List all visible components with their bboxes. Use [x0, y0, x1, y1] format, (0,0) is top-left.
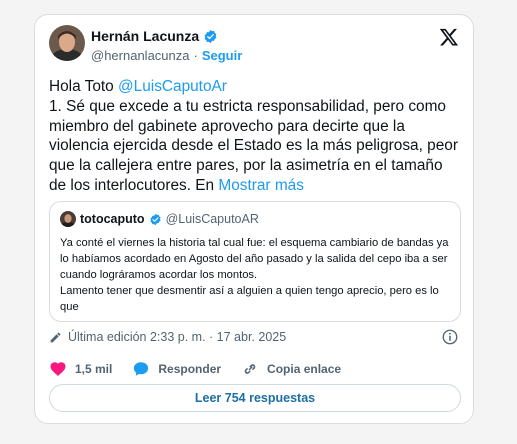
reply-button[interactable]: Responder	[132, 360, 221, 378]
quote-author-name: totocaputo	[80, 212, 145, 226]
x-logo-icon[interactable]	[439, 27, 459, 47]
verified-badge-icon	[204, 29, 217, 43]
author-handle[interactable]: @hernanlacunza	[91, 48, 189, 63]
like-button[interactable]: 1,5 mil	[49, 360, 112, 378]
show-more-link[interactable]: Mostrar más	[218, 177, 304, 194]
copy-link-label: Copia enlace	[267, 362, 342, 376]
edit-info-row: Última edición 2:33 p. m. · 17 abr. 2025	[49, 328, 459, 346]
author-handle-row: @hernanlacunza · Seguir	[91, 48, 242, 63]
quote-header: totocaputo @LuisCaputoAR	[60, 211, 259, 227]
link-icon	[244, 364, 256, 374]
quote-verified-badge-icon	[149, 213, 161, 225]
quote-text: Ya conté el viernes la historia tal cual…	[60, 237, 449, 313]
quote-author-handle: @LuisCaputoAR	[165, 212, 259, 226]
follow-button[interactable]: Seguir	[202, 48, 242, 63]
author-name-row[interactable]: Hernán Lacunza	[91, 28, 218, 44]
author-avatar[interactable]	[49, 25, 85, 61]
copy-link-button[interactable]: Copia enlace	[241, 360, 341, 378]
post-greeting: Hola Toto	[49, 78, 119, 95]
mention-link[interactable]: @LuisCaputoAr	[118, 78, 227, 95]
post-text: Hola Toto @LuisCaputoAr 1. Sé que excede …	[49, 77, 463, 196]
tweet-card: Hernán Lacunza @hernanlacunza · Seguir H…	[34, 14, 474, 424]
info-icon[interactable]	[441, 328, 459, 346]
reply-label: Responder	[158, 362, 222, 376]
handle-separator: ·	[193, 48, 198, 63]
read-replies-button[interactable]: Leer 754 respuestas	[49, 384, 461, 412]
quoted-tweet[interactable]: totocaputo @LuisCaputoAR Ya conté el vie…	[49, 201, 461, 322]
edit-timestamp[interactable]: Última edición 2:33 p. m. · 17 abr. 2025	[68, 330, 286, 344]
heart-icon	[50, 362, 66, 376]
author-name[interactable]: Hernán Lacunza	[91, 28, 199, 44]
action-bar: 1,5 mil Responder Copia enlace	[49, 360, 361, 378]
comment-icon	[134, 362, 149, 376]
pencil-icon	[50, 332, 61, 342]
like-count: 1,5 mil	[75, 362, 113, 376]
quote-avatar	[60, 211, 76, 227]
